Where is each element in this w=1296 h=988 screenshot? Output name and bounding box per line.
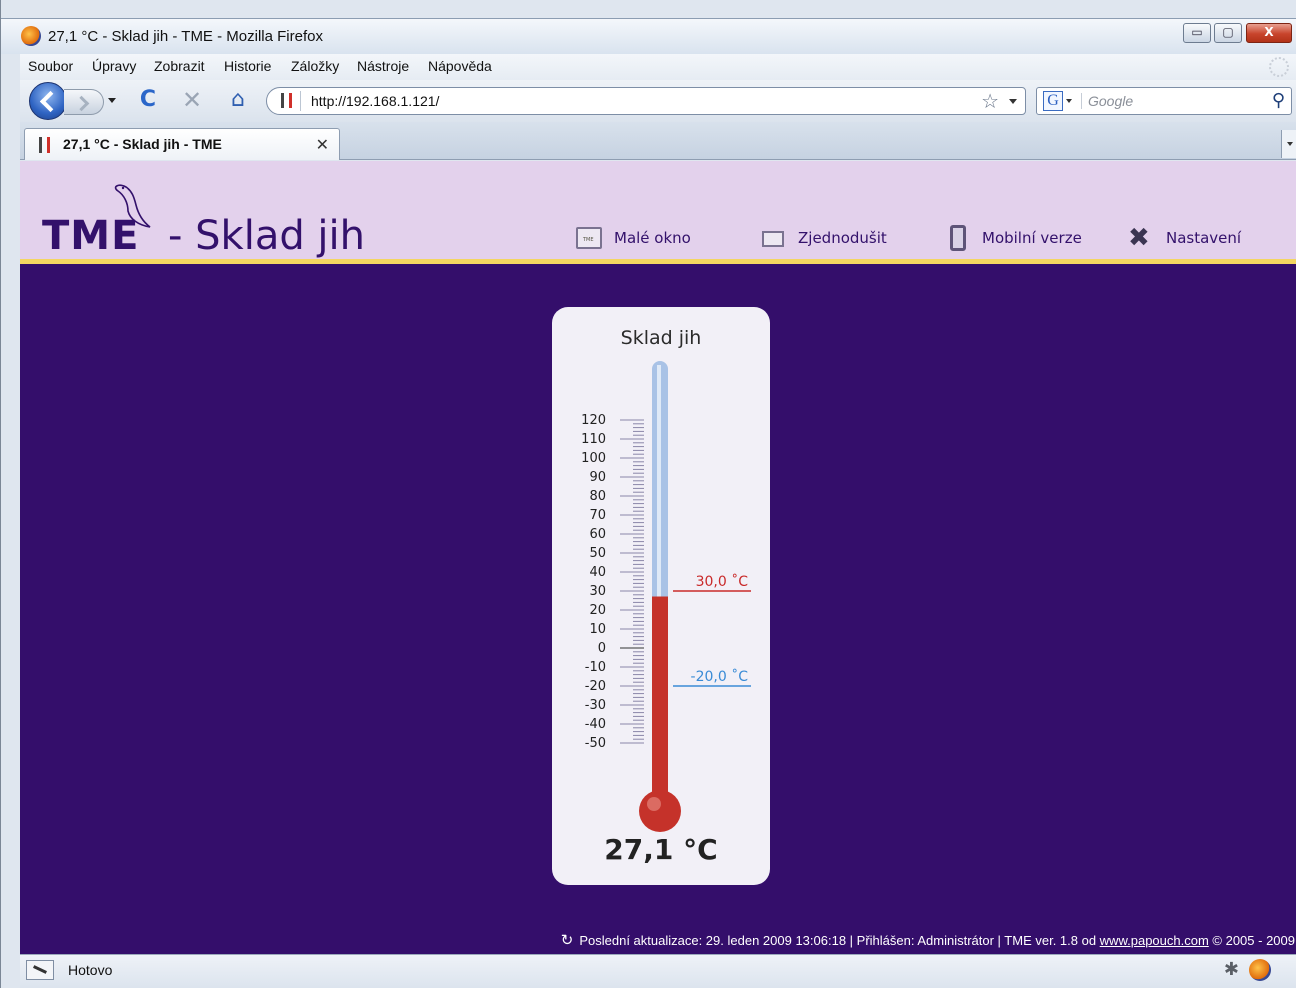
firefox-status-icon[interactable] — [1249, 959, 1271, 981]
scale-label: 100 — [581, 451, 606, 466]
tme-logo: TME — [42, 213, 140, 259]
scale-label: 120 — [581, 413, 606, 428]
scale-label: 60 — [589, 527, 606, 542]
thermometer-gauge: 1201101009080706050403020100-10-20-30-40… — [581, 361, 751, 832]
bulb-highlight — [647, 797, 661, 811]
scale-label: 30 — [589, 584, 606, 599]
firefox-logo-icon — [21, 26, 41, 46]
scale-label: 10 — [589, 622, 606, 637]
home-icon[interactable]: ⌂ — [226, 88, 250, 112]
nav-small-window[interactable]: Malé okno — [576, 225, 716, 253]
nav-mobile-label: Mobilní verze — [982, 229, 1082, 247]
forward-button[interactable] — [64, 89, 104, 115]
page-header: TME - Sklad jih Malé okno Zjednodušit Mo… — [20, 161, 1296, 264]
engine-dropdown-icon[interactable] — [1066, 99, 1072, 103]
scale-label: 110 — [581, 432, 606, 447]
url-dropdown-icon[interactable] — [1009, 99, 1017, 104]
navigation-toolbar: C ✕ ⌂ http://192.168.1.121/ ☆ G Google ⚲ — [20, 80, 1296, 122]
simplify-icon — [762, 231, 784, 247]
tab-label: 27,1 °C - Sklad jih - TME — [63, 136, 222, 152]
scale-label: -50 — [585, 736, 606, 751]
menu-nastroje[interactable]: Nástroje — [357, 58, 409, 74]
search-input[interactable]: Google — [1081, 93, 1133, 109]
scale-label: 90 — [589, 470, 606, 485]
scale-label: -40 — [585, 717, 606, 732]
stop-icon[interactable]: ✕ — [180, 88, 204, 112]
menu-napoveda[interactable]: Nápověda — [428, 58, 492, 74]
search-icon[interactable]: ⚲ — [1272, 90, 1285, 111]
mobile-icon — [950, 225, 966, 251]
close-icon: X — [1264, 25, 1274, 39]
url-text[interactable]: http://192.168.1.121/ — [311, 93, 439, 109]
scale-label: 0 — [598, 641, 606, 656]
title-bar: 27,1 °C - Sklad jih - TME - Mozilla Fire… — [1, 18, 1296, 54]
high-limit-label: 30,0 ˚C — [696, 573, 749, 590]
menu-bar: Soubor Úpravy Zobrazit Historie Záložky … — [20, 54, 1296, 80]
maximize-icon: ▢ — [1222, 25, 1234, 39]
reload-icon[interactable]: C — [136, 88, 160, 112]
status-text: Hotovo — [68, 962, 113, 978]
menu-zobrazit[interactable]: Zobrazit — [154, 58, 205, 74]
papouch-link[interactable]: www.papouch.com — [1100, 933, 1209, 948]
tab-close-icon[interactable]: ✕ — [316, 135, 329, 154]
tab-bar: 27,1 °C - Sklad jih - TME ✕ — [20, 122, 1296, 160]
scale-label: 20 — [589, 603, 606, 618]
close-window-button[interactable]: X — [1246, 23, 1292, 43]
low-limit-label: -20,0 ˚C — [691, 668, 749, 685]
google-engine-icon[interactable]: G — [1043, 91, 1063, 111]
scale-label: 40 — [589, 565, 606, 580]
menu-upravy[interactable]: Úpravy — [92, 58, 136, 74]
throbber-icon — [1269, 57, 1289, 77]
page-footer: ↻ Poslední aktualizace: 29. leden 2009 13… — [480, 931, 1295, 949]
scale-label: 50 — [589, 546, 606, 561]
tab-active[interactable]: 27,1 °C - Sklad jih - TME ✕ — [24, 128, 340, 160]
scale-label: -10 — [585, 660, 606, 675]
nav-settings[interactable]: ✖ Nastavení — [1128, 223, 1258, 253]
scale-label: 70 — [589, 508, 606, 523]
tab-list-button[interactable] — [1281, 130, 1296, 158]
maximize-button[interactable]: ▢ — [1214, 23, 1242, 43]
history-dropdown-icon[interactable] — [108, 98, 116, 103]
minimize-button[interactable]: ▭ — [1183, 23, 1211, 43]
nav-simplify-label: Zjednodušit — [798, 229, 887, 247]
menu-historie[interactable]: Historie — [224, 58, 271, 74]
site-favicon-icon — [275, 91, 301, 111]
temperature-value: 27,1 °C — [604, 833, 718, 866]
footer-copyright: © 2005 - 2009 — [1208, 933, 1295, 948]
status-bar: Hotovo ✱ — [20, 954, 1296, 988]
scale-label: -30 — [585, 698, 606, 713]
scale-label: 80 — [589, 489, 606, 504]
nav-mobile[interactable]: Mobilní verze — [950, 225, 1110, 253]
nav-settings-label: Nastavení — [1166, 229, 1242, 247]
minimize-icon: ▭ — [1191, 25, 1203, 39]
page-title: - Sklad jih — [168, 213, 366, 259]
thermometer-favicon-icon — [37, 137, 55, 153]
back-button[interactable] — [29, 82, 67, 120]
thermometer-card: Sklad jih 120 110 100 90 80 70 60 50 40 30 20 10 0 -1… — [552, 307, 770, 885]
menu-soubor[interactable]: Soubor — [28, 58, 73, 74]
nav-small-window-label: Malé okno — [614, 229, 691, 247]
bookmark-star-icon[interactable]: ☆ — [981, 89, 999, 113]
refresh-icon[interactable]: ↻ — [561, 932, 574, 949]
page-content: TME - Sklad jih Malé okno Zjednodušit Mo… — [20, 161, 1296, 954]
nav-simplify[interactable]: Zjednodušit — [762, 225, 912, 253]
browser-window: 27,1 °C - Sklad jih - TME - Mozilla Fire… — [0, 0, 1296, 988]
window-icon — [576, 227, 602, 249]
scale-label: -20 — [585, 679, 606, 694]
window-title: 27,1 °C - Sklad jih - TME - Mozilla Fire… — [48, 28, 323, 45]
thermometer-bulb — [639, 790, 681, 832]
addon-bug-icon[interactable]: ✱ — [1224, 959, 1239, 980]
tools-icon: ✖ — [1128, 223, 1150, 253]
address-bar[interactable]: http://192.168.1.121/ ☆ — [266, 87, 1026, 115]
search-box[interactable]: G Google ⚲ — [1036, 87, 1292, 115]
mercury-column — [652, 596, 668, 811]
menu-zalozky[interactable]: Záložky — [291, 58, 339, 74]
status-resize-icon — [26, 960, 54, 980]
footer-info: Poslední aktualizace: 29. leden 2009 13:… — [579, 933, 1100, 948]
